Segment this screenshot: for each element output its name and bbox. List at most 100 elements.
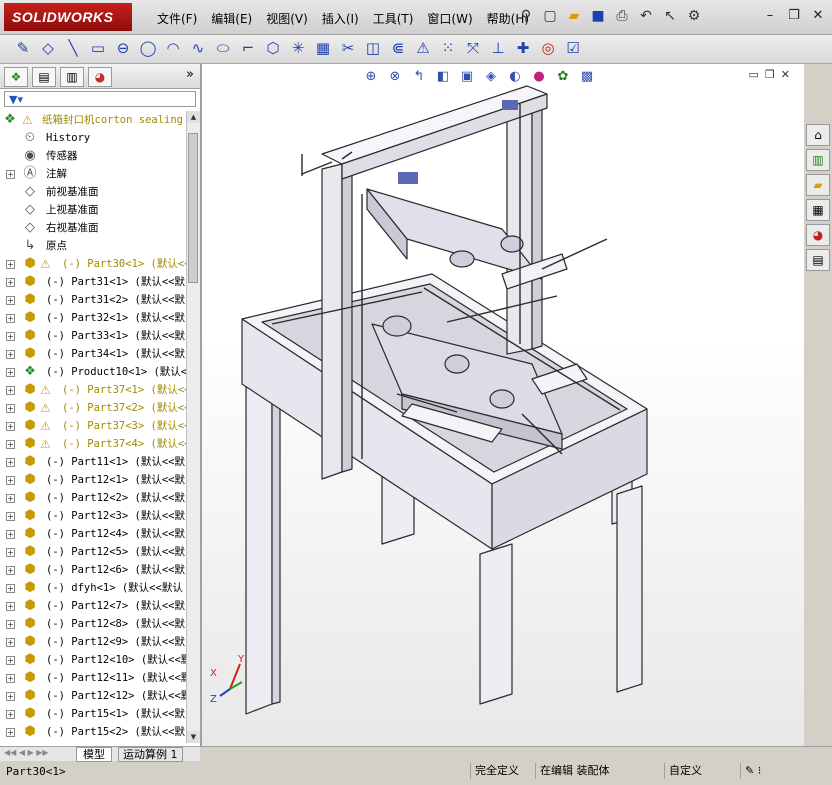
spline-icon[interactable]: ∿ <box>189 39 207 57</box>
tree-item[interactable]: + ⬢ (-) Part15<2> (默认<<默 <box>0 723 186 741</box>
menu-view[interactable]: 视图(V) <box>259 8 315 29</box>
display-manager-tab-icon[interactable]: ◕ <box>88 67 112 87</box>
tree-item[interactable]: + ⬢ (-) Part31<1> (默认<<默 <box>0 273 186 291</box>
circle-icon[interactable]: ◯ <box>139 39 157 57</box>
expand-icon[interactable]: + <box>6 476 15 485</box>
convert-entities-icon[interactable]: ◫ <box>364 39 382 57</box>
menu-file[interactable]: 文件(F) <box>150 8 204 29</box>
expand-icon[interactable]: + <box>6 332 15 341</box>
scroll-down-icon[interactable]: ▼ <box>187 731 200 743</box>
tree-item[interactable]: + ⬢ (-) Part11<1> (默认<<默 <box>0 453 186 471</box>
feature-tree-tab-icon[interactable]: ❖ <box>4 67 28 87</box>
menu-tools[interactable]: 工具(T) <box>366 8 421 29</box>
restore-icon[interactable]: ❐ <box>786 8 802 24</box>
sketch-icon[interactable]: ✎ <box>14 39 32 57</box>
expand-icon[interactable]: + <box>6 548 15 557</box>
tree-item[interactable]: + ⬢ (-) Part32<1> (默认<<默 <box>0 309 186 327</box>
tree-item[interactable]: ◇ 上视基准面 <box>0 201 186 219</box>
tree-item[interactable]: ↳ 原点 <box>0 237 186 255</box>
expand-icon[interactable]: + <box>6 638 15 647</box>
relations-icon[interactable]: ⊥ <box>489 39 507 57</box>
tree-item[interactable]: + ⬢ (-) Part12<10> (默认<<默 <box>0 651 186 669</box>
move-icon[interactable]: ⤧ <box>464 39 482 57</box>
tree-item[interactable]: + ⬢ (-) Part33<1> (默认<<默 <box>0 327 186 345</box>
tree-item[interactable]: + ⬢ (-) Part12<8> (默认<<默 <box>0 615 186 633</box>
tree-item[interactable]: + ⬢ (-) Part12<7> (默认<<默 <box>0 597 186 615</box>
expand-icon[interactable]: + <box>6 170 15 179</box>
tree-item[interactable]: + ⬢ (-) Part12<3> (默认<<默 <box>0 507 186 525</box>
quick-snaps-icon[interactable]: ◎ <box>539 39 557 57</box>
arc-icon[interactable]: ◠ <box>164 39 182 57</box>
tree-item[interactable]: + ⬢ (-) Part12<6> (默认<<默 <box>0 561 186 579</box>
tree-item[interactable]: + Ⓐ 注解 <box>0 165 186 183</box>
expand-icon[interactable]: + <box>6 404 15 413</box>
smart-dimension-icon[interactable]: ◇ <box>39 39 57 57</box>
tree-scrollbar[interactable]: ▲ ▼ <box>186 111 200 743</box>
options-gear-icon[interactable]: ⚙ <box>685 7 703 25</box>
offset-icon[interactable]: ⋐ <box>389 39 407 57</box>
tree-item[interactable]: + ⬢ (-) Part12<11> (默认<<默 <box>0 669 186 687</box>
expand-icon[interactable]: + <box>6 368 15 377</box>
slot-icon[interactable]: ⊖ <box>114 39 132 57</box>
expand-icon[interactable]: + <box>6 728 15 737</box>
property-manager-tab-icon[interactable]: ▤ <box>32 67 56 87</box>
expand-icon[interactable]: + <box>6 458 15 467</box>
save-icon[interactable]: ■ <box>589 7 607 25</box>
scroll-up-icon[interactable]: ▲ <box>187 111 200 123</box>
tree-item[interactable]: + ⬢ (-) Part12<1> (默认<<默 <box>0 471 186 489</box>
tree-item[interactable]: ◇ 右视基准面 <box>0 219 186 237</box>
tree-item[interactable]: + ⬢ (-) Part15<1> (默认<<默 <box>0 705 186 723</box>
close-icon[interactable]: ✕ <box>810 8 826 24</box>
tab-nav-icon[interactable]: ◀◀ ◀ ▶ ▶▶ <box>4 748 49 757</box>
pattern-icon[interactable]: ⁙ <box>439 39 457 57</box>
tree-item[interactable]: + ❖ (-) Product10<1> (默认< <box>0 363 186 381</box>
expand-icon[interactable]: + <box>6 692 15 701</box>
expand-icon[interactable]: + <box>6 530 15 539</box>
new-document-icon[interactable]: ▢ <box>541 7 559 25</box>
expand-icon[interactable]: + <box>6 674 15 683</box>
tree-item[interactable]: + ⬢ ⚠ (-) Part37<1> (默认<< <box>0 381 186 399</box>
pin-icon[interactable]: ⚲ <box>517 7 535 25</box>
polygon-icon[interactable]: ⬡ <box>264 39 282 57</box>
expand-icon[interactable]: + <box>6 710 15 719</box>
ellipse-icon[interactable]: ⬭ <box>214 39 232 57</box>
open-folder-icon[interactable]: ▰ <box>565 7 583 25</box>
tree-item[interactable]: + ⬢ (-) Part12<4> (默认<<默 <box>0 525 186 543</box>
configuration-manager-tab-icon[interactable]: ▥ <box>60 67 84 87</box>
solidworks-resources-icon[interactable]: ⌂ <box>806 124 830 146</box>
expand-icon[interactable]: + <box>6 584 15 593</box>
tree-item[interactable]: + ⬢ ⚠ (-) Part37<3> (默认<< <box>0 417 186 435</box>
tree-item[interactable]: + ⬢ (-) dfyh<1> (默认<<默认 <box>0 579 186 597</box>
tree-item[interactable]: ⏲ History <box>0 129 186 147</box>
scroll-thumb[interactable] <box>188 133 198 283</box>
menu-insert[interactable]: 插入(I) <box>315 8 366 29</box>
expand-panel-icon[interactable]: » <box>186 67 194 82</box>
expand-icon[interactable]: + <box>6 512 15 521</box>
expand-icon[interactable]: + <box>6 350 15 359</box>
view-palette-icon[interactable]: ▦ <box>806 199 830 221</box>
tree-item[interactable]: ◇ 前视基准面 <box>0 183 186 201</box>
instant2d-icon[interactable]: ☑ <box>564 39 582 57</box>
expand-icon[interactable]: + <box>6 278 15 287</box>
expand-icon[interactable]: + <box>6 260 15 269</box>
point-icon[interactable]: ✳ <box>289 39 307 57</box>
tab-motion-study[interactable]: 运动算例 1 <box>118 747 183 762</box>
plane-icon[interactable]: ▦ <box>314 39 332 57</box>
mirror-icon[interactable]: ⚠ <box>414 39 432 57</box>
tree-item[interactable]: + ⬢ (-) Part12<5> (默认<<默 <box>0 543 186 561</box>
repair-icon[interactable]: ✚ <box>514 39 532 57</box>
minimize-icon[interactable]: – <box>762 8 778 24</box>
tree-item[interactable]: + ⬢ ⚠ (-) Part37<4> (默认<< <box>0 435 186 453</box>
tree-item[interactable]: + ⬢ (-) Part12<2> (默认<<默 <box>0 489 186 507</box>
status-custom[interactable]: 自定义 <box>664 763 706 779</box>
expand-icon[interactable]: + <box>6 296 15 305</box>
custom-properties-icon[interactable]: ▤ <box>806 249 830 271</box>
menu-window[interactable]: 窗口(W) <box>420 8 479 29</box>
expand-icon[interactable]: + <box>6 494 15 503</box>
tree-item[interactable]: + ⬢ ⚠ (-) Part30<1> (默认<< <box>0 255 186 273</box>
expand-icon[interactable]: + <box>6 386 15 395</box>
solidworks-logo[interactable]: SOLIDWORKS <box>4 3 132 31</box>
tree-item[interactable]: + ⬢ (-) Part31<2> (默认<<默 <box>0 291 186 309</box>
expand-icon[interactable]: + <box>6 656 15 665</box>
tab-model[interactable]: 模型 <box>76 747 112 762</box>
